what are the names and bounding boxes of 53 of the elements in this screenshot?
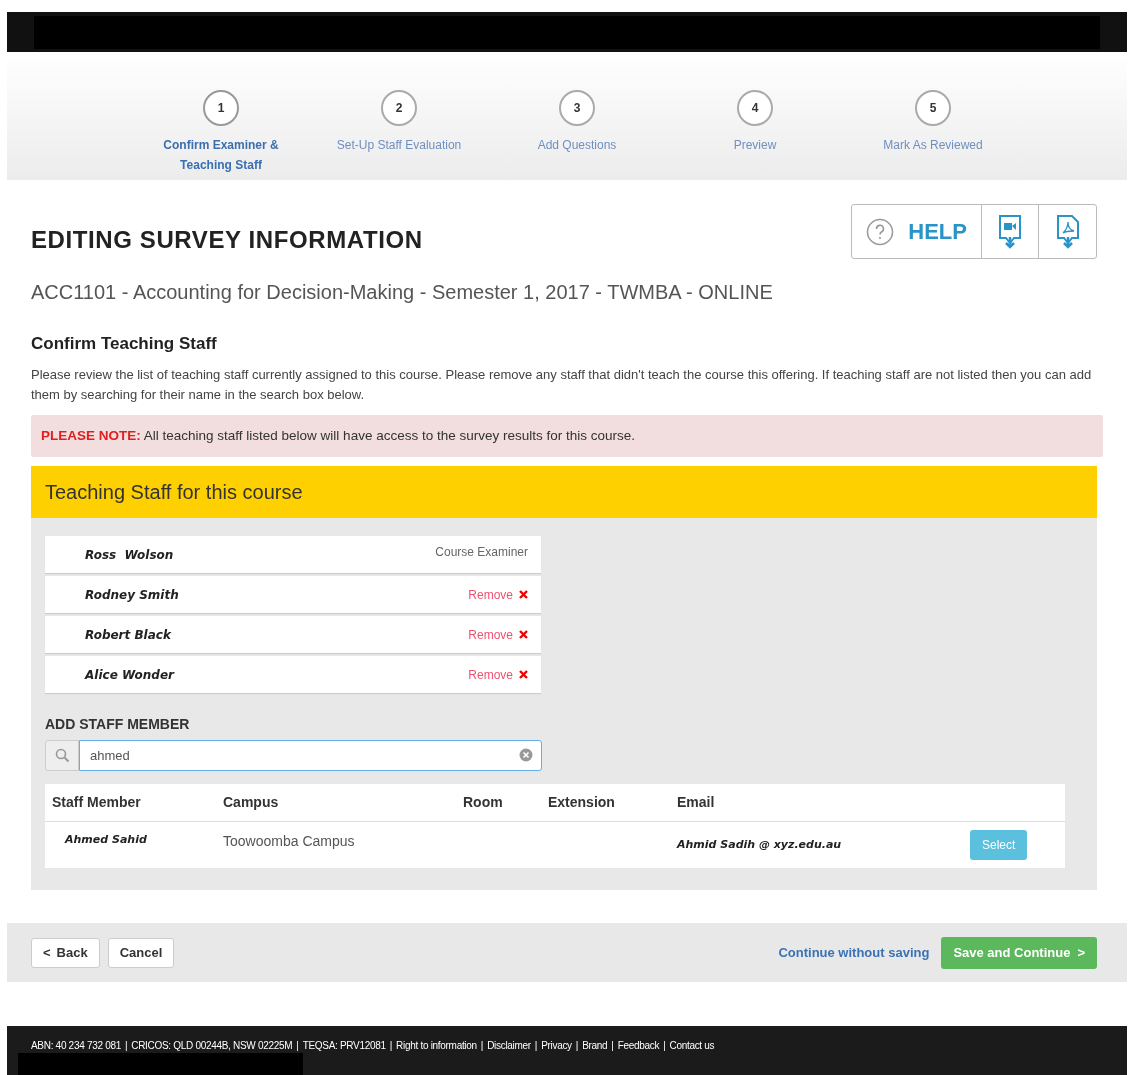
footer-link[interactable]: Disclaimer [487, 1038, 531, 1053]
instructions-text: Please review the list of teaching staff currently assigned to this course. Please remove any staff that didn't teach the course this offering. If teaching staff are not listed then you can add them by searching for their name in the search box below. [31, 365, 1093, 404]
column-header: Extension [547, 793, 616, 813]
close-icon [519, 630, 528, 640]
table-cell-text: Toowoomba Campus [222, 832, 356, 852]
page-title: EDITING SURVEY INFORMATION [31, 224, 423, 255]
separator: | [663, 1039, 666, 1053]
search-field[interactable]: ahmed [79, 740, 542, 772]
staff-name: Alice Wonder [85, 666, 174, 684]
staff-name: Ross Wolson [85, 546, 174, 564]
footer-link[interactable]: Privacy [541, 1038, 572, 1053]
role-label: Course Examiner [435, 544, 528, 562]
separator: | [124, 1039, 128, 1053]
column-header: Campus [222, 793, 280, 813]
staff-name: Rodney Smith [85, 586, 179, 604]
panel-header: Teaching Staff for this course [31, 466, 1097, 519]
close-icon [519, 590, 528, 600]
column-header: Room [462, 793, 504, 813]
pdf-download-icon [1056, 214, 1079, 249]
footer-text: TEQSA: PRV12081 [302, 1039, 386, 1053]
note-banner: PLEASE NOTE: All teaching staff listed below will have access to the survey results for this course. [31, 414, 1103, 458]
remove-button[interactable]: Remove [468, 585, 528, 604]
clear-icon[interactable] [519, 748, 533, 763]
table-cell-text: Ahmed Sahid [63, 832, 148, 849]
footer-text: CRICOS: QLD 00244B, NSW 02225M [131, 1039, 293, 1053]
remove-button[interactable]: Remove [468, 665, 528, 684]
continue-link[interactable]: Continue without saving [778, 942, 930, 963]
step-label[interactable]: Confirm Examiner & Teaching Staff [156, 135, 286, 176]
back-button[interactable]: < Back [31, 937, 100, 968]
help-icon [866, 217, 895, 246]
staff-name: Robert Black [85, 626, 171, 644]
remove-button[interactable]: Remove [468, 625, 528, 644]
column-header: Email [676, 793, 716, 813]
course-subtitle: ACC1101 - Accounting for Decision-Making - Semester 1, 2017 - TWMBA - ONLINE [31, 280, 774, 306]
footer-link[interactable]: Right to information [396, 1038, 477, 1053]
separator: | [575, 1039, 579, 1053]
cancel-button[interactable]: Cancel [107, 937, 175, 968]
table-cell-text: Ahmid Sadih @ xyz.edu.au [675, 836, 843, 853]
column-header: Staff Member [51, 793, 142, 813]
section-title: Confirm Teaching Staff [31, 333, 218, 356]
separator: | [611, 1039, 614, 1053]
footer-text: ABN: 40 234 732 081 [31, 1039, 121, 1053]
close-icon [519, 670, 528, 680]
footer-link[interactable]: Feedback [617, 1038, 660, 1053]
separator: | [534, 1039, 538, 1053]
separator: | [480, 1039, 484, 1053]
search-icon [54, 748, 70, 764]
add-staff-label: ADD STAFF MEMBER [45, 715, 191, 735]
separator: | [389, 1039, 393, 1053]
footer-link[interactable]: Brand [582, 1038, 608, 1053]
footer-link[interactable]: Contact us [669, 1038, 715, 1053]
separator: | [296, 1039, 299, 1053]
video-download-icon [999, 214, 1021, 249]
